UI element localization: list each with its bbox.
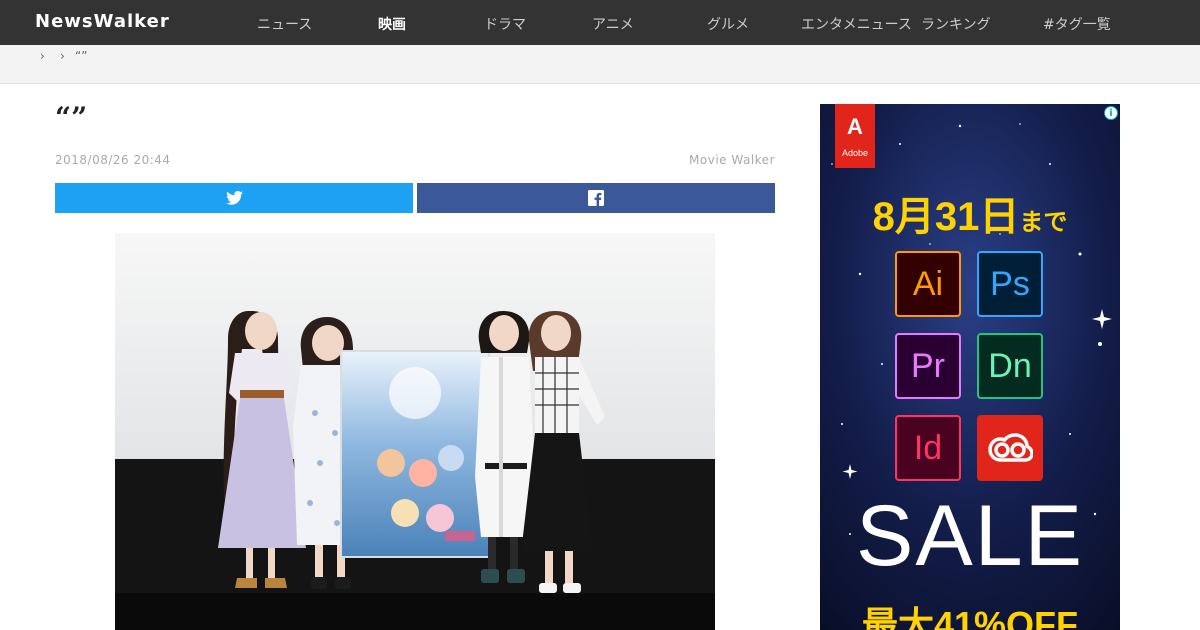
adobe-sale-ad[interactable]: i A Adobe 8月31日まで Ai Ps Pr Dn Id SALE 最大… [820, 104, 1120, 630]
creative-cloud-icon [977, 415, 1043, 481]
premiere-icon: Pr [895, 333, 961, 399]
nav-item-drama[interactable]: ドラマ [484, 14, 526, 34]
anime-poster [340, 350, 490, 558]
ad-sale-text: SALE [856, 488, 1084, 584]
dimension-icon: Dn [977, 333, 1043, 399]
breadcrumb-separator-icon: › [40, 49, 45, 63]
facebook-share-button[interactable] [417, 183, 775, 213]
nav-item-anime[interactable]: アニメ [592, 14, 634, 34]
breadcrumb: › › “” [0, 45, 1200, 84]
nav-item-gourmet[interactable]: グルメ [707, 14, 749, 34]
twitter-share-button[interactable] [55, 183, 413, 213]
top-navigation-bar: NewsWalker ニュース 映画 ドラマ アニメ グルメ エンタメニュース … [0, 0, 1200, 45]
nav-item-tag-list[interactable]: #タグ一覧 [1043, 14, 1111, 34]
ad-date-big: 8月31日 [872, 195, 1020, 239]
article-title: “” [55, 101, 88, 134]
article-photo [115, 233, 715, 630]
ad-info-icon[interactable]: i [1104, 106, 1118, 120]
nav-item-movie[interactable]: 映画 [378, 14, 406, 34]
adobe-logo: A Adobe [835, 104, 875, 168]
ad-discount-text: 最大41%OFF [861, 604, 1079, 630]
facebook-icon [588, 190, 604, 206]
nav-item-ranking[interactable]: ランキング [921, 14, 991, 34]
nav-item-news[interactable]: ニュース [257, 14, 312, 34]
site-logo[interactable]: NewsWalker [35, 11, 170, 32]
ad-date-text: 8月31日まで [820, 184, 1120, 242]
illustrator-icon: Ai [895, 251, 961, 317]
twitter-icon [225, 191, 243, 205]
article-source[interactable]: Movie Walker [689, 153, 775, 167]
adobe-logo-word: Adobe [841, 148, 869, 158]
nav-item-entame-news[interactable]: エンタメニュース [801, 14, 912, 34]
photoshop-icon: Ps [977, 251, 1043, 317]
adobe-logo-mark: A [847, 114, 863, 139]
ad-date-small: まで [1019, 209, 1068, 236]
breadcrumb-current: “” [75, 49, 88, 63]
article-date: 2018/08/26 20:44 [55, 153, 171, 167]
indesign-icon: Id [895, 415, 961, 481]
breadcrumb-separator-icon: › [60, 49, 65, 63]
